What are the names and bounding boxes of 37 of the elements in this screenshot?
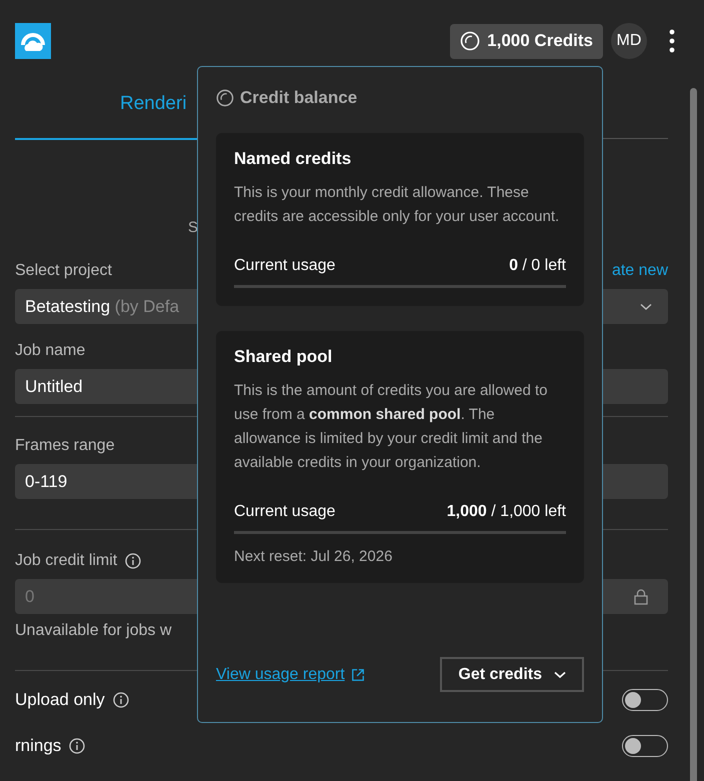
avatar[interactable]: MD: [611, 23, 647, 59]
subtitle-text: S: [188, 219, 198, 236]
credits-button[interactable]: 1,000 Credits: [450, 24, 603, 58]
popover-title: Credit balance: [240, 88, 358, 108]
toggle-switch[interactable]: [622, 689, 668, 711]
toggle-label: Upload only: [15, 690, 105, 710]
usage-label: Current usage: [234, 503, 336, 521]
tab[interactable]: Renderi: [120, 93, 187, 115]
card-description: This is your monthly credit allowance. These credits are accessible only for your user account.: [234, 183, 560, 227]
scrollbar[interactable]: [690, 88, 697, 781]
toggle-label: rnings: [15, 736, 62, 756]
reset-date: Next reset: Jul 26, 2026: [234, 548, 392, 565]
get-credits-button[interactable]: Get credits: [440, 657, 584, 692]
field-label: Select project: [15, 262, 112, 280]
toggle-switch[interactable]: [622, 735, 668, 757]
logo-icon: [15, 23, 51, 59]
credits-icon: [460, 31, 480, 51]
external-link-icon[interactable]: [350, 668, 365, 682]
field-label: Job name: [15, 342, 86, 360]
usage-report-link[interactable]: View usage report: [216, 666, 345, 684]
field-note: Unavailable for jobs w: [15, 622, 172, 639]
info-icon[interactable]: [69, 738, 86, 754]
info-icon[interactable]: [112, 692, 129, 708]
create-link[interactable]: ate new: [612, 262, 668, 280]
field-label: Frames range: [15, 437, 115, 455]
usage-value: 0 / 0 left: [509, 257, 566, 275]
card-title: Shared pool: [234, 347, 334, 367]
usage-value: 1,000 / 1,000 left: [446, 503, 566, 521]
credits-icon: [216, 89, 234, 107]
card-description: This is the amount of credits you are allowed to use from a common shared pool. The allowance is limited by your credit limit and the available credits in your organization.: [234, 381, 548, 473]
info-icon[interactable]: [125, 553, 142, 569]
lock-icon: [634, 588, 648, 604]
usage-label: Current usage: [234, 257, 336, 275]
card-title: Named credits: [234, 149, 352, 169]
more-menu-icon[interactable]: [669, 29, 675, 53]
chevron-down-icon[interactable]: [640, 302, 652, 310]
field-label: Job credit limit: [15, 552, 118, 570]
